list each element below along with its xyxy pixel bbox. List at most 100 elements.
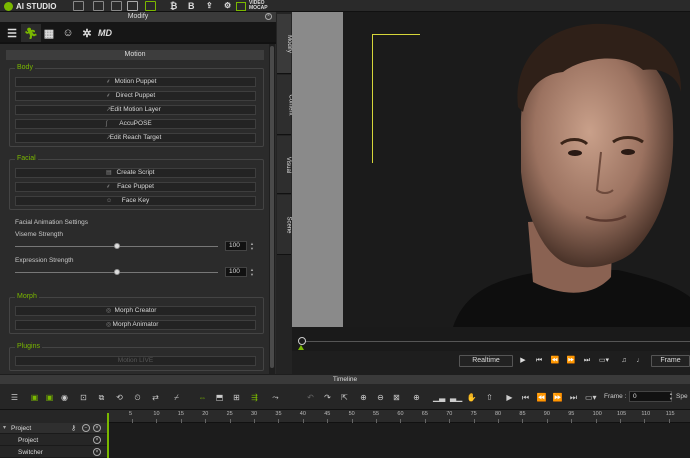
tab-head[interactable]: ☺ — [58, 24, 78, 42]
key-remove-icon[interactable]: ▣ — [44, 392, 55, 403]
clip-icon[interactable]: ⊡ — [78, 392, 89, 403]
reverse-icon[interactable]: ⇄ — [150, 392, 161, 403]
frame-spinner[interactable]: ▲ ▼ — [668, 391, 674, 402]
go-to-start-icon[interactable]: ⏮ — [533, 355, 545, 367]
scrub-bar — [292, 327, 690, 351]
redo-key-icon[interactable]: ↷ — [322, 392, 333, 403]
expression-strength-spinner[interactable]: ▲ ▼ — [249, 267, 255, 277]
collect-icon[interactable]: ⊠ — [391, 392, 402, 403]
flatten-icon[interactable]: ⬒ — [214, 392, 225, 403]
timeline-next-icon[interactable]: ⏩ — [552, 392, 563, 403]
range-icon[interactable]: ⇔ — [197, 392, 208, 403]
remove-icon[interactable]: × — [93, 424, 101, 432]
break-icon[interactable]: ⌿ — [171, 392, 182, 403]
timeline-prev-icon[interactable]: ⏪ — [536, 392, 547, 403]
split-icon[interactable]: ⧉ — [96, 392, 107, 403]
realtime-button[interactable]: Realtime — [459, 355, 513, 367]
side-tab-modify[interactable]: Modify — [277, 14, 292, 74]
frame-button[interactable]: Frame — [651, 355, 690, 367]
transition-icon[interactable]: ⇶ — [249, 392, 260, 403]
eye-icon[interactable]: ◉ — [59, 392, 70, 403]
screen-icon[interactable] — [111, 1, 122, 11]
motion-puppet-button[interactable]: ⸙ Motion Puppet — [15, 77, 256, 87]
edit-motion-layer-button[interactable]: ↗ Edit Motion Layer — [15, 105, 256, 115]
settings-gear-icon[interactable]: ⚙ — [224, 1, 231, 11]
track-row-project[interactable]: Project × — [0, 435, 107, 446]
arrange-icon[interactable]: ⇱ — [339, 392, 350, 403]
edit-reach-target-button[interactable]: ↗ Edit Reach Target — [15, 133, 256, 143]
music-note-icon[interactable]: ♩ — [634, 355, 646, 367]
key-add-icon[interactable]: ▣ — [29, 392, 40, 403]
running-figure-icon: 🏃︎ — [24, 27, 38, 40]
morph-creator-button[interactable]: ◎ Morph Creator — [15, 306, 256, 316]
delete-icon[interactable]: ⊖ — [375, 392, 386, 403]
hand-icon[interactable]: ✋ — [466, 392, 477, 403]
bitcoin-b-icon[interactable]: ₿ — [170, 1, 177, 11]
hide-icon[interactable]: − — [82, 424, 90, 432]
ai-render-icon[interactable] — [145, 1, 156, 11]
create-script-button[interactable]: ▤ Create Script — [15, 168, 256, 178]
timeline-end-icon[interactable]: ⏭ — [568, 392, 579, 403]
key-icon[interactable]: ⚷ — [71, 424, 76, 432]
side-tab-visual[interactable]: Visual — [277, 136, 291, 194]
speed-icon[interactable]: ⏲ — [132, 392, 143, 403]
viseme-strength-input[interactable]: 100 — [225, 241, 247, 251]
tab-material[interactable]: ▦ — [39, 24, 59, 42]
next-frame-icon[interactable]: ⏩ — [565, 355, 577, 367]
fit-view-icon[interactable] — [93, 1, 104, 11]
viseme-strength-spinner[interactable]: ▲ ▼ — [249, 241, 255, 251]
timeline-cursor[interactable] — [107, 413, 109, 458]
export-clip-icon[interactable]: ⇧ — [484, 392, 495, 403]
previous-frame-icon[interactable]: ⏪ — [549, 355, 561, 367]
tab-md[interactable]: MD — [95, 24, 115, 42]
render-icon[interactable] — [127, 1, 138, 11]
tab-motion[interactable]: 🏃︎ — [21, 24, 41, 42]
app-logo[interactable]: AI STUDIO — [4, 0, 56, 12]
modify-panel-scroll-thumb[interactable] — [270, 46, 274, 368]
go-to-end-icon[interactable]: ⏭ — [581, 355, 593, 367]
zoom-icon[interactable]: ⊕ — [411, 392, 422, 403]
expression-strength-slider-knob[interactable] — [113, 269, 120, 275]
bold-b-button[interactable]: B — [188, 1, 195, 11]
close-icon[interactable]: × — [265, 13, 272, 20]
track-row-project-header[interactable]: ▾ Project ⚷ − × — [0, 423, 107, 434]
video-mocap-button[interactable]: VIDEO MOCAP — [236, 0, 268, 12]
face-puppet-button[interactable]: ⸙ Face Puppet — [15, 182, 256, 192]
sample-icon[interactable]: ⊞ — [231, 392, 242, 403]
remove-icon[interactable]: × — [93, 436, 101, 444]
tab-attributes[interactable]: ☰ — [2, 24, 22, 42]
track-row-switcher[interactable]: Switcher × — [0, 447, 107, 458]
subtitle-icon[interactable]: ♫ — [618, 355, 630, 367]
side-tab-scene[interactable]: Scene — [277, 195, 292, 255]
timeline-start-icon[interactable]: ⏮ — [520, 392, 531, 403]
frame-select-icon[interactable] — [73, 1, 84, 11]
side-tab-content[interactable]: Content — [277, 75, 294, 135]
frame-input[interactable]: 0 — [629, 391, 672, 402]
timeline-tracks[interactable] — [107, 423, 690, 458]
curve-icon[interactable]: ⤳ — [270, 392, 281, 403]
motion-section-header[interactable]: Motion — [6, 50, 264, 60]
viseme-strength-slider-knob[interactable] — [113, 243, 120, 249]
timeline-loop-icon[interactable]: ▭▾ — [585, 392, 597, 403]
play-icon[interactable]: ▶ — [517, 355, 529, 367]
morph-animator-button[interactable]: ◎ Morph Animator — [15, 320, 256, 330]
bar-chart-icon[interactable]: ▁▃ — [433, 392, 445, 403]
bar-chart-alt-icon[interactable]: ▃▁ — [450, 392, 462, 403]
tab-face-settings[interactable]: ✲ — [77, 24, 97, 42]
track-list-icon[interactable]: ☰ — [9, 392, 20, 403]
expression-strength-input[interactable]: 100 — [225, 267, 247, 277]
direct-puppet-button[interactable]: ⸙ Direct Puppet — [15, 91, 256, 101]
scrub-handle[interactable] — [298, 337, 306, 345]
timeline-play-icon[interactable]: ▶ — [504, 392, 515, 403]
loop-icon[interactable]: ⟲ — [114, 392, 125, 403]
remove-icon[interactable]: × — [93, 448, 101, 456]
3d-viewport[interactable] — [343, 12, 690, 327]
start-marker-icon[interactable] — [298, 345, 304, 350]
export-icon[interactable]: ⇪ — [206, 1, 213, 11]
face-key-button[interactable]: ☺ Face Key — [15, 196, 256, 206]
loop-mode-icon[interactable]: ▭▾ — [598, 355, 610, 367]
scrub-track[interactable] — [302, 341, 690, 342]
accupose-button[interactable]: ʃ AccuPOSE — [15, 119, 256, 129]
collapse-arrow-icon[interactable]: ▾ — [3, 424, 6, 431]
insert-icon[interactable]: ⊕ — [358, 392, 369, 403]
